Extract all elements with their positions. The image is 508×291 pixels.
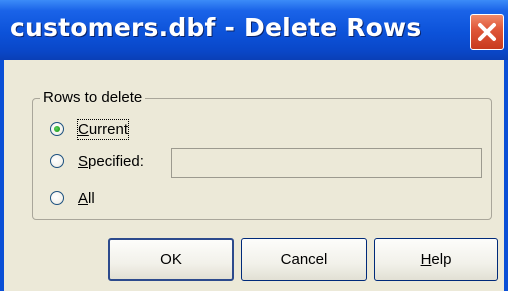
radio-specified-button[interactable] [50, 154, 64, 168]
window-title: customers.dbf - Delete Rows [10, 13, 422, 42]
close-button[interactable] [470, 14, 504, 50]
ok-button[interactable]: OK [108, 238, 234, 281]
cancel-button[interactable]: Cancel [241, 238, 367, 281]
specified-rows-input[interactable] [171, 148, 482, 178]
ok-button-label: OK [160, 251, 182, 268]
group-legend: Rows to delete [40, 89, 146, 106]
radio-selected-dot [54, 126, 60, 132]
close-icon [478, 23, 496, 41]
radio-all-label[interactable]: All [78, 189, 95, 208]
radio-all-button[interactable] [50, 191, 64, 205]
title-bar[interactable]: customers.dbf - Delete Rows [0, 0, 508, 60]
help-button[interactable]: Help [374, 238, 498, 281]
cancel-button-label: Cancel [280, 251, 328, 268]
radio-specified-label[interactable]: Specified: [78, 152, 144, 171]
help-button-label: Help [420, 251, 452, 268]
radio-current-button[interactable] [50, 122, 64, 136]
radio-current-label[interactable]: Current [76, 119, 130, 140]
